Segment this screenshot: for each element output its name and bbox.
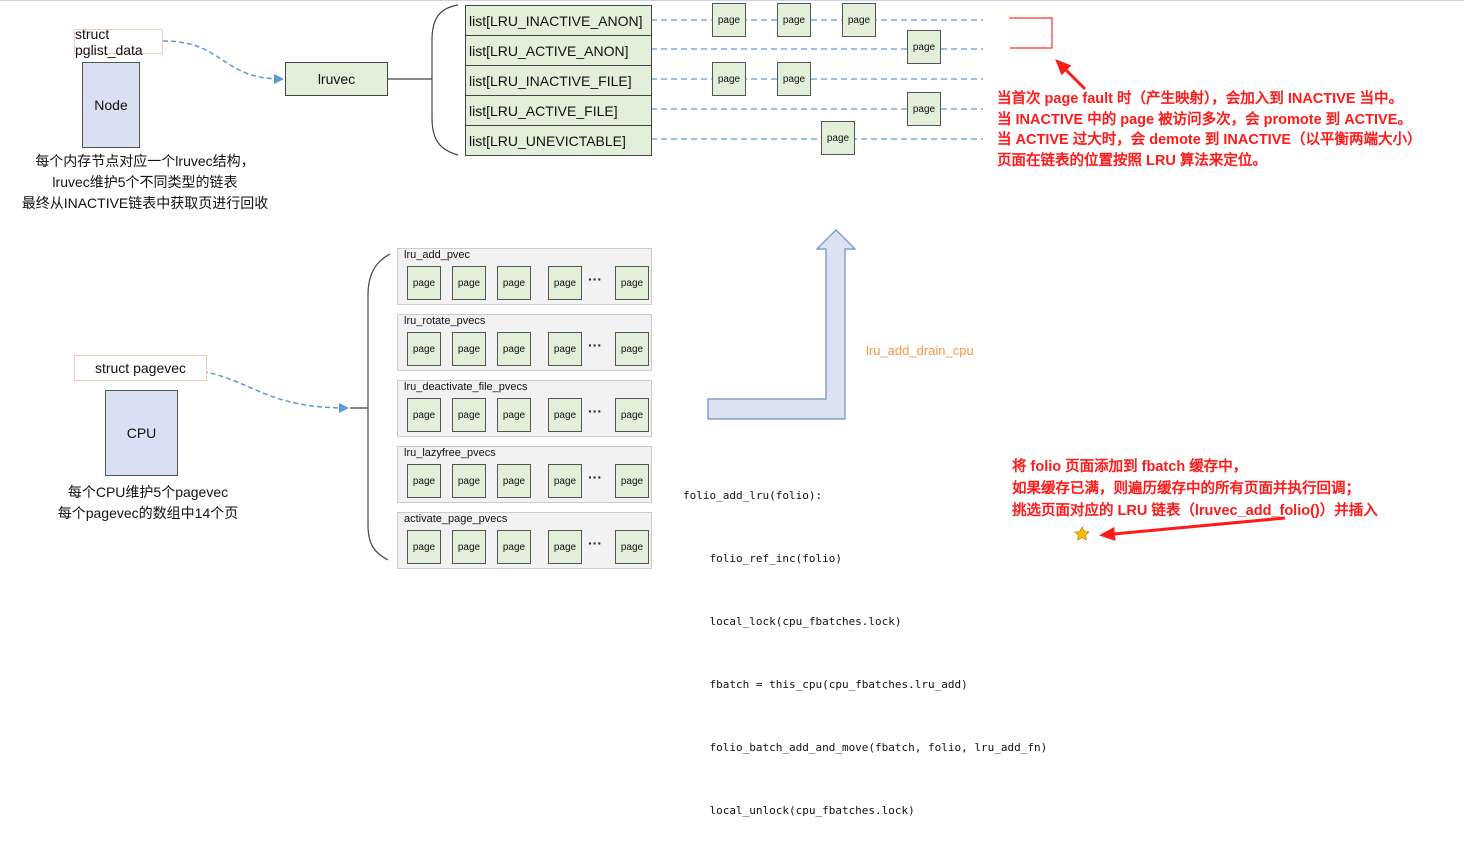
note-line: 当 ACTIVE 过大时，会 demote 到 INACTIVE（以平衡两端大小… [997, 132, 1422, 148]
pagevec-group-lru-deactivate-file-pvecs: lru_deactivate_file_pvecs page page page pag… [397, 380, 652, 437]
code-line: folio_add_lru(folio): [683, 489, 823, 502]
code-line: folio_ref_inc(folio) [683, 552, 842, 565]
page-box: page [907, 92, 941, 126]
struct-pglist-data-label: struct pglist_data [74, 26, 163, 58]
page-box: page [548, 464, 582, 498]
code-line: folio_batch_add_and_move(fbatch, folio, … [683, 741, 1048, 754]
page-box: page [407, 266, 441, 300]
caption-line: 每个内存节点对应一个lruvec结构， [35, 153, 255, 169]
pagevec-group-lru-lazyfree-pvecs: lru_lazyfree_pvecs page page page page page ··… [397, 446, 652, 503]
lruvec-box: lruvec [285, 62, 388, 96]
page-box: page [497, 266, 531, 300]
page-box: page [548, 530, 582, 564]
pagevec-name: lru_add_pvec [404, 249, 471, 261]
page-box: page [407, 332, 441, 366]
list-lru-inactive-file: list[LRU_INACTIVE_FILE] [465, 65, 652, 96]
page-box: page [452, 398, 486, 432]
cpu-box: CPU [105, 390, 178, 476]
lru-note: 当首次 page fault 时（产生映射），会加入到 INACTIVE 当中。… [997, 89, 1422, 171]
page-box: page [907, 30, 941, 64]
note-line: 当首次 page fault 时（产生映射），会加入到 INACTIVE 当中。 [997, 91, 1404, 107]
page-box: page [497, 464, 531, 498]
node-caption: 每个内存节点对应一个lruvec结构， lruvec维护5个不同类型的链表 最终… [0, 151, 290, 214]
page-box: page [548, 332, 582, 366]
struct-pagevec-label: struct pagevec [74, 355, 207, 381]
list-lru-active-anon: list[LRU_ACTIVE_ANON] [465, 35, 652, 66]
note-line: 挑选页面对应的 LRU 链表（lruvec_add_folio()）并插入 [1012, 503, 1378, 519]
caption-line: lruvec维护5个不同类型的链表 [52, 174, 238, 190]
page-box: page [497, 398, 531, 432]
note-line: 当 INACTIVE 中的 page 被访问多次，会 promote 到 ACT… [997, 111, 1412, 128]
list-lru-unevictable: list[LRU_UNEVICTABLE] [465, 125, 652, 156]
page-box: page [777, 62, 811, 96]
page-box: page [407, 398, 441, 432]
pagevec-name: lru_deactivate_file_pvecs [404, 381, 528, 393]
page-box: page [615, 332, 649, 366]
page-box: page [615, 398, 649, 432]
page-box: page [452, 530, 486, 564]
page-box: page [452, 266, 486, 300]
page-box: page [777, 3, 811, 37]
note-line: 页面在链表的位置按照 LRU 算法来定位。 [997, 152, 1267, 169]
drain-up-arrow [707, 229, 857, 420]
inactive-bracket [1009, 17, 1053, 49]
page-box: page [842, 3, 876, 37]
pagevec-name: lru_rotate_pvecs [404, 315, 486, 327]
fbatch-note: 将 folio 页面添加到 fbatch 缓存中， 如果缓存已满，则遍历缓存中的… [1012, 456, 1378, 522]
lru-list-table: list[LRU_INACTIVE_ANON] list[LRU_ACTIVE_… [465, 5, 652, 156]
page-box: page [407, 464, 441, 498]
list-lru-active-file: list[LRU_ACTIVE_FILE] [465, 95, 652, 126]
pagevec-group-activate-page-pvecs: activate_page_pvecspage page page page page ·… [397, 512, 652, 569]
caption-line: 每个CPU维护5个pagevec [67, 484, 229, 500]
page-box: page [615, 464, 649, 498]
code-line: fbatch = this_cpu(cpu_fbatches.lru_add) [683, 678, 968, 691]
page-box: page [712, 3, 746, 37]
pagevec-group-lru-rotate-pvecs: lru_rotate_pvecspage page page page page ··· [397, 314, 652, 371]
page-box: page [452, 464, 486, 498]
pglist-to-lruvec-arrow [162, 40, 284, 84]
ellipsis: ··· [588, 535, 602, 551]
lru-note-arrow [1055, 59, 1087, 91]
pagevec-name: lru_lazyfree_pvecs [404, 447, 496, 459]
list-brace [406, 4, 459, 156]
code-block: folio_add_lru(folio): folio_ref_inc(foli… [683, 443, 1047, 842]
caption-line: 最终从INACTIVE链表中获取页进行回收 [21, 195, 269, 211]
page-box: page [497, 530, 531, 564]
drain-label: lru_add_drain_cpu [866, 343, 974, 358]
star-icon [1074, 526, 1090, 541]
code-line: local_unlock(cpu_fbatches.lock) [683, 804, 915, 817]
ellipsis: ··· [588, 469, 602, 485]
page-box: page [548, 398, 582, 432]
page-box: page [407, 530, 441, 564]
list-lru-inactive-anon: list[LRU_INACTIVE_ANON] [465, 5, 652, 36]
page-box: page [452, 332, 486, 366]
page-box: page [821, 121, 855, 155]
note-line: 如果缓存已满，则遍历缓存中的所有页面并执行回调； [1012, 481, 1360, 497]
pagevec-brace [350, 253, 391, 561]
ellipsis: ··· [588, 271, 602, 287]
page-box: page [615, 266, 649, 300]
pagevec-name: activate_page_pvecs [404, 513, 508, 525]
page-box: page [497, 332, 531, 366]
note-line: 将 folio 页面添加到 fbatch 缓存中， [1012, 459, 1248, 475]
pagevec-group-lru-add-pvec: lru_add_pvecpage page page page page ··· [397, 248, 652, 305]
ellipsis: ··· [588, 337, 602, 353]
page-box: page [712, 62, 746, 96]
cpu-caption: 每个CPU维护5个pagevec 每个pagevec的数组中14个页 [0, 482, 296, 524]
ellipsis: ··· [588, 403, 602, 419]
page-box: page [615, 530, 649, 564]
node-box: Node [82, 62, 140, 148]
page-box: page [548, 266, 582, 300]
code-line: local_lock(cpu_fbatches.lock) [683, 615, 902, 628]
caption-line: 每个pagevec的数组中14个页 [57, 505, 239, 521]
